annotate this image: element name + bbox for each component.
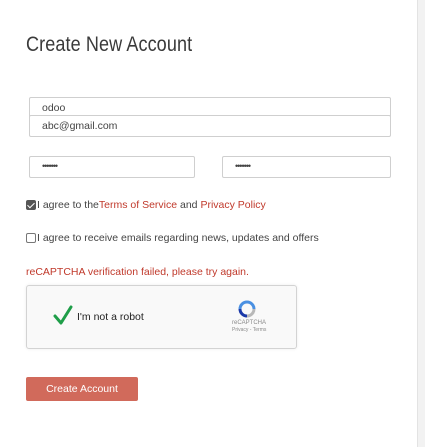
newsletter-checkbox[interactable] [26,233,36,243]
privacy-policy-link[interactable]: Privacy Policy [200,199,265,211]
email-field[interactable]: abc@gmail.com [29,115,391,137]
create-account-button[interactable]: Create Account [26,377,138,401]
terms-middle: and [177,199,201,211]
terms-checkbox[interactable] [26,200,36,210]
password-field[interactable]: ••••••• [29,156,195,178]
recaptcha-terms-link[interactable]: Terms [253,327,267,333]
recaptcha-label: I'm not a robot [77,311,144,323]
recaptcha-links: Privacy - Terms [232,327,266,334]
recaptcha-logo: reCAPTCHA Privacy - Terms [232,300,267,346]
signup-card: Create New Account odoo abc@gmail.com ••… [0,0,418,447]
recaptcha-privacy-link[interactable]: Privacy [232,327,248,333]
error-message: reCAPTCHA verification failed, please tr… [26,266,249,278]
recaptcha-brand: reCAPTCHA [232,320,267,326]
recaptcha-widget: I'm not a robot reCAPTCHA Privacy - Term… [26,285,297,349]
page-title: Create New Account [26,33,193,56]
newsletter-agreement: I agree to receive emails regarding news… [26,232,319,244]
terms-prefix: I agree to the [37,199,99,211]
recaptcha-logo-icon [238,300,256,318]
confirm-password-field[interactable]: ••••••• [222,156,391,178]
newsletter-label: I agree to receive emails regarding news… [37,232,319,244]
checkmark-icon[interactable] [53,305,73,327]
terms-of-service-link[interactable]: Terms of Service [99,199,177,211]
terms-agreement: I agree to the Terms of Service and Priv… [26,199,266,211]
